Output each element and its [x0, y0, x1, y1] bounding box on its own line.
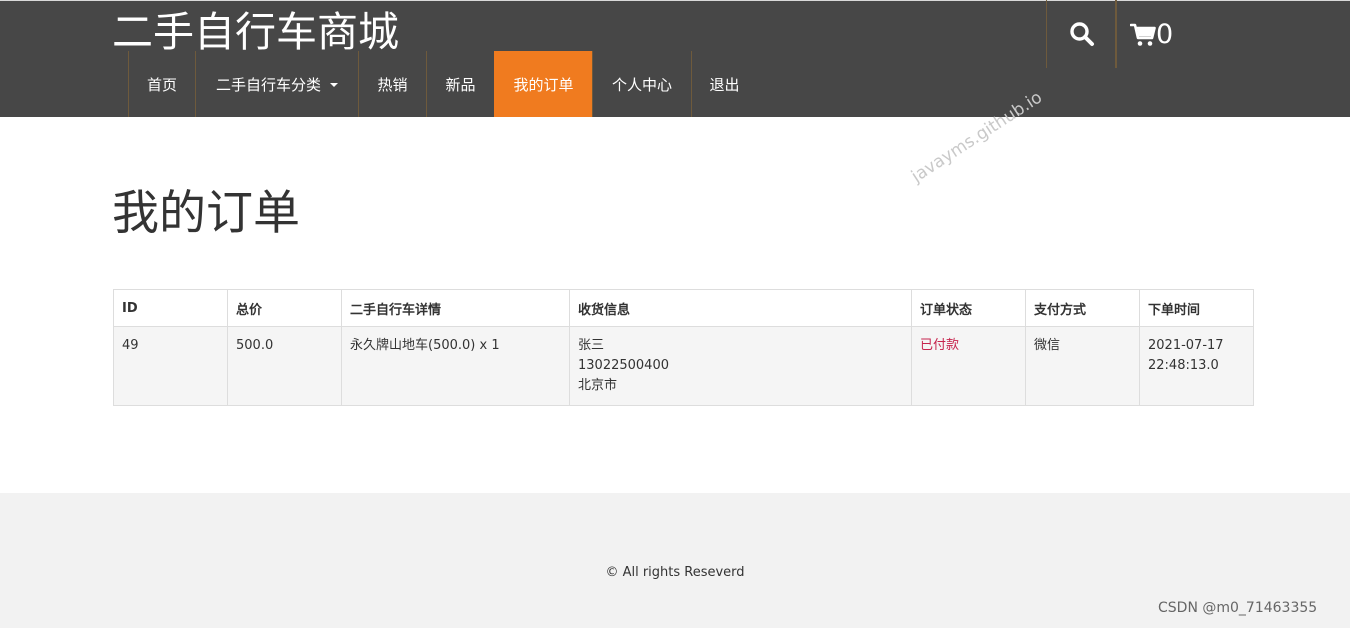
caret-down-icon — [330, 83, 338, 87]
table-row: 49 500.0 永久牌山地车(500.0) x 1 张三 1302250040… — [113, 326, 1254, 406]
nav-item-home[interactable]: 首页 — [128, 51, 195, 117]
nav-item-new[interactable]: 新品 — [426, 51, 494, 117]
main-nav: 首页 二手自行车分类 热销 新品 我的订单 个人中心 退出 — [128, 51, 757, 117]
column-header-total: 总价 — [227, 289, 342, 327]
cart-count: 0 — [1156, 19, 1174, 50]
order-status: 已付款 — [911, 326, 1026, 406]
order-id: 49 — [113, 326, 228, 406]
nav-item-label: 退出 — [709, 75, 740, 94]
column-header-status: 订单状态 — [911, 289, 1026, 327]
copyright-text: © All rights Reseverd — [605, 565, 745, 580]
cart-button[interactable]: 0 — [1129, 18, 1174, 52]
nav-item-label: 新品 — [445, 75, 476, 94]
table-header-row: ID 总价 二手自行车详情 收货信息 订单状态 支付方式 下单时间 — [113, 289, 1254, 327]
order-detail: 永久牌山地车(500.0) x 1 — [341, 326, 570, 406]
column-header-detail: 二手自行车详情 — [341, 289, 570, 327]
nav-item-my-orders[interactable]: 我的订单 — [494, 51, 592, 117]
order-payment: 微信 — [1025, 326, 1140, 406]
nav-item-label: 首页 — [146, 75, 177, 94]
nav-item-label: 我的订单 — [513, 75, 574, 94]
nav-item-hot[interactable]: 热销 — [358, 51, 426, 117]
orders-table: ID 总价 二手自行车详情 收货信息 订单状态 支付方式 下单时间 49 500… — [113, 289, 1254, 406]
order-datetime: 2021-07-17 22:48:13.0 — [1139, 326, 1254, 406]
column-header-shipping: 收货信息 — [569, 289, 912, 327]
receiver-name: 张三 — [578, 338, 605, 353]
site-footer: © All rights Reseverd CSDN @m0_71463355 — [0, 493, 1350, 628]
cart-area-divider — [1116, 0, 1117, 68]
nav-item-category[interactable]: 二手自行车分类 — [195, 51, 358, 117]
receiver-address: 北京市 — [578, 378, 618, 393]
site-header: 二手自行车商城 0 首页 二手自行车分类 热销 新品 我的订单 个人中心 退出 — [0, 0, 1350, 117]
order-shipping: 张三 13022500400 北京市 — [569, 326, 912, 406]
column-header-payment: 支付方式 — [1025, 289, 1140, 327]
order-date: 2021-07-17 — [1148, 338, 1224, 353]
header-top-border — [0, 0, 1350, 1]
order-time: 22:48:13.0 — [1148, 358, 1219, 373]
source-watermark: CSDN @m0_71463355 — [1158, 600, 1318, 616]
shopping-cart-icon — [1129, 22, 1156, 48]
nav-item-label: 热销 — [377, 75, 408, 94]
order-total: 500.0 — [227, 326, 342, 406]
page-title: 我的订单 — [112, 186, 300, 241]
nav-item-profile[interactable]: 个人中心 — [592, 51, 691, 117]
search-icon[interactable] — [1069, 21, 1095, 47]
column-header-date: 下单时间 — [1139, 289, 1254, 327]
receiver-phone: 13022500400 — [578, 358, 669, 373]
nav-item-logout[interactable]: 退出 — [691, 51, 757, 117]
nav-item-label: 个人中心 — [611, 75, 672, 94]
column-header-id: ID — [113, 289, 228, 327]
nav-item-label: 二手自行车分类 — [215, 75, 321, 94]
status-badge: 已付款 — [920, 338, 960, 353]
